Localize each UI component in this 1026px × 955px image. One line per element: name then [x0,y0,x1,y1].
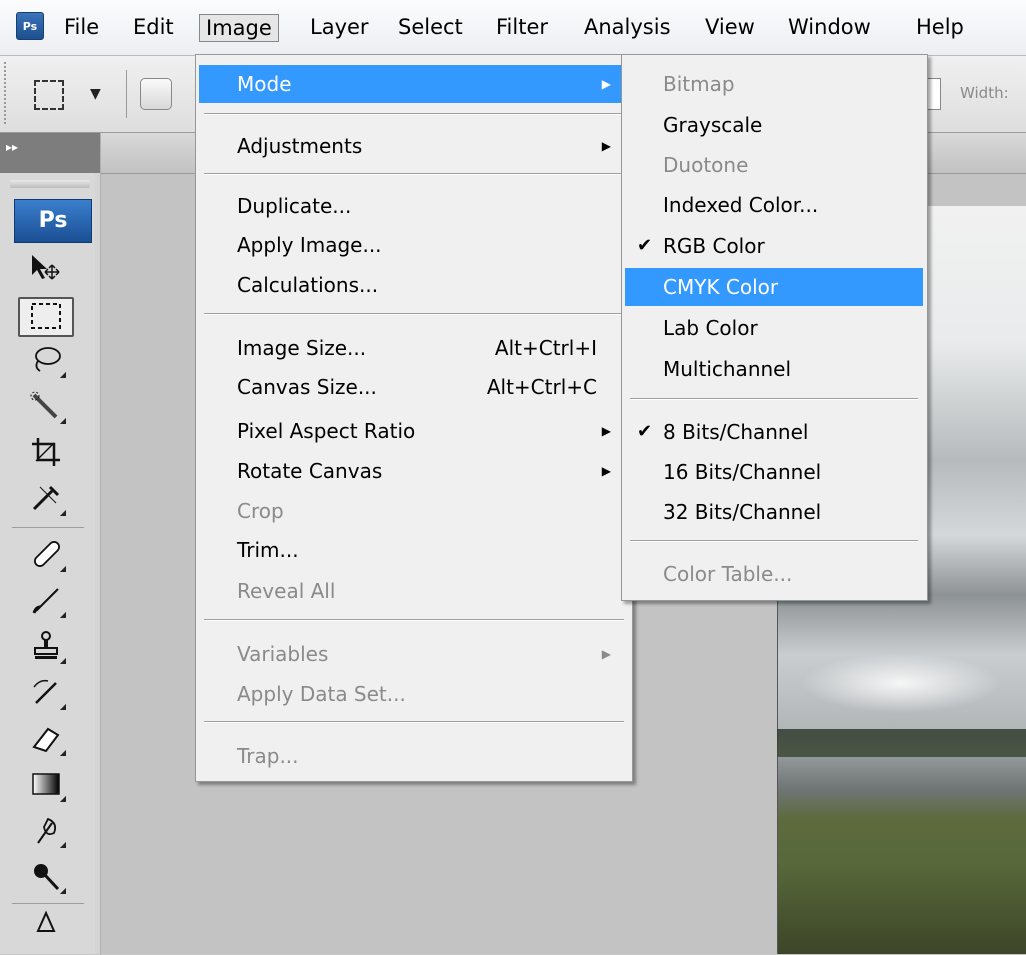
eyedropper-tool-icon[interactable]: ◢ [18,481,74,521]
options-divider [126,70,127,118]
menu-item-duplicate[interactable]: Duplicate... [199,187,627,225]
menu-edit[interactable]: Edit [127,14,180,42]
menu-item-lab-color[interactable]: Lab Color [625,309,923,347]
menu-separator [204,113,624,115]
photoshop-app-icon: Ps [16,12,44,40]
menu-separator [630,540,918,542]
menu-item-rgb-color[interactable]: ✔ RGB Color [625,227,923,265]
mode-submenu: Bitmap Grayscale Duotone Indexed Color..… [621,54,928,601]
menu-help[interactable]: Help [910,14,970,42]
menu-separator [630,398,918,400]
menu-item-reveal-all[interactable]: Reveal All [199,572,627,610]
menu-select[interactable]: Select [392,14,469,42]
blur-tool-icon[interactable]: ◢ [18,813,74,853]
quick-selection-tool-icon[interactable]: ◢ [18,389,74,429]
image-menu: Mode ▶ Adjustments ▶ Duplicate... Apply Im… [195,54,633,782]
ps-logo: Ps [14,199,92,243]
menu-image[interactable]: Image [199,14,279,42]
menu-item-crop[interactable]: Crop [199,492,627,530]
eraser-tool-icon[interactable]: ◢ [18,721,74,761]
menu-item-variables[interactable]: Variables ▶ [199,635,627,673]
menubar: Ps File Edit Image Layer Select Filter A… [0,0,1026,56]
menu-layer[interactable]: Layer [304,14,375,42]
tools-panel: ▸▸ Ps ◢ ◢ ◢ ◢ ◢ ◢ ◢ ◢ ◢ ◢ ◢ [0,133,101,954]
spot-healing-brush-icon[interactable]: ◢ [18,537,74,577]
menu-item-duotone[interactable]: Duotone [625,146,923,184]
menu-separator [204,721,624,723]
submenu-arrow-icon: ▶ [601,139,611,153]
tools-drag-handle[interactable] [10,180,90,188]
menu-window[interactable]: Window [782,14,877,42]
menu-file[interactable]: File [58,14,105,42]
submenu-arrow-icon: ▶ [601,647,611,661]
menu-item-trim[interactable]: Trim... [199,531,627,569]
menu-item-rotate-canvas[interactable]: Rotate Canvas ▶ [199,452,627,490]
width-label: Width: [960,84,1009,102]
gradient-tool-icon[interactable]: ◢ [18,767,74,807]
new-selection-button[interactable] [140,78,172,110]
clone-stamp-tool-icon[interactable]: ◢ [18,629,74,669]
menu-item-apply-data-set[interactable]: Apply Data Set... [199,675,627,713]
menu-separator [204,313,624,315]
lasso-tool-icon[interactable]: ◢ [18,343,74,383]
expand-panel-icon[interactable]: ▸▸ [6,140,18,154]
tools-panel-header[interactable]: ▸▸ [0,133,100,173]
menu-item-apply-image[interactable]: Apply Image... [199,226,627,264]
menu-item-trap[interactable]: Trap... [199,737,627,775]
menu-analysis[interactable]: Analysis [578,14,677,42]
menu-item-calculations[interactable]: Calculations... [199,266,627,304]
dodge-tool-icon[interactable]: ◢ [18,859,74,899]
options-bar-grip[interactable] [4,62,10,124]
menu-separator [204,619,624,621]
check-icon: ✔ [637,421,653,442]
menu-separator [204,173,624,175]
check-icon: ✔ [637,235,653,256]
brush-tool-icon[interactable]: ◢ [18,583,74,623]
menu-view[interactable]: View [699,14,761,42]
menu-item-16-bits[interactable]: 16 Bits/Channel [625,453,923,491]
menu-item-image-size[interactable]: Image Size... Alt+Ctrl+I [199,329,627,367]
menu-item-grayscale[interactable]: Grayscale [625,106,923,144]
submenu-arrow-icon: ▶ [601,424,611,438]
tools-divider [12,527,84,528]
menu-item-indexed-color[interactable]: Indexed Color... [625,186,923,224]
menu-item-adjustments[interactable]: Adjustments ▶ [199,127,627,165]
menu-item-mode[interactable]: Mode ▶ [199,65,627,103]
photo-cloud [801,653,1001,713]
photo-tree-line [777,729,1026,757]
menu-item-32-bits[interactable]: 32 Bits/Channel [625,493,923,531]
rectangular-marquee-tool-icon[interactable] [18,297,74,337]
menu-filter[interactable]: Filter [490,14,554,42]
tools-divider [12,903,84,904]
menu-item-8-bits[interactable]: ✔ 8 Bits/Channel [625,413,923,451]
menu-item-bitmap[interactable]: Bitmap [625,65,923,103]
preset-dropdown-icon[interactable]: ▼ [90,86,101,102]
menu-item-pixel-aspect-ratio[interactable]: Pixel Aspect Ratio ▶ [199,412,627,450]
menu-item-cmyk-color[interactable]: CMYK Color [625,268,923,306]
pen-tool-icon[interactable] [18,909,74,949]
menu-item-multichannel[interactable]: Multichannel [625,350,923,388]
menu-item-canvas-size[interactable]: Canvas Size... Alt+Ctrl+C [199,368,627,406]
marquee-preset-icon[interactable] [34,80,64,110]
submenu-arrow-icon: ▶ [601,77,611,91]
crop-tool-icon[interactable] [18,435,74,475]
history-brush-tool-icon[interactable]: ◢ [18,675,74,715]
move-tool-icon[interactable] [18,251,74,291]
menu-item-color-table[interactable]: Color Table... [625,555,923,593]
submenu-arrow-icon: ▶ [601,464,611,478]
